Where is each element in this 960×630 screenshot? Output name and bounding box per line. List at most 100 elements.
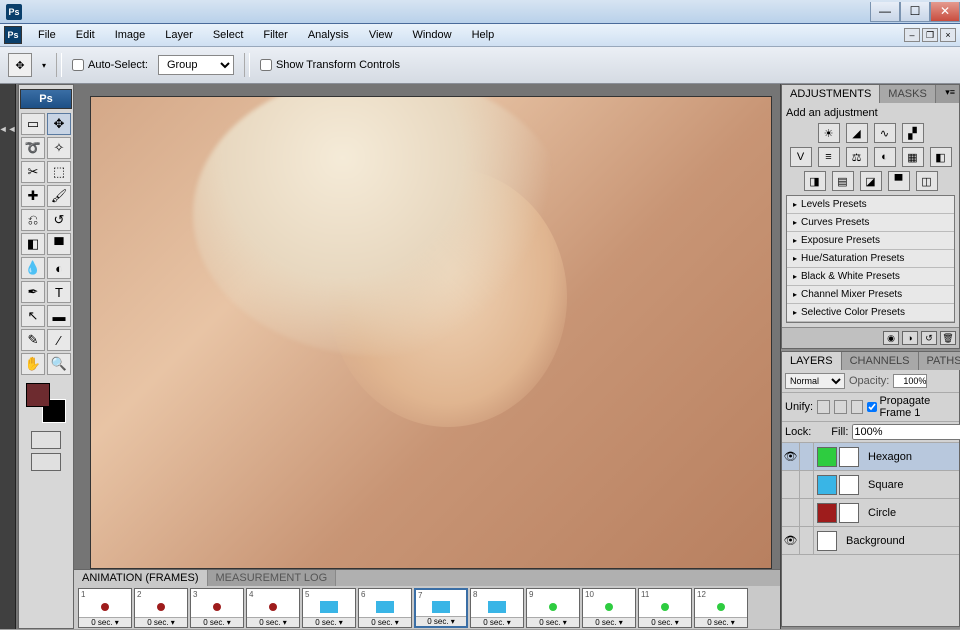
layer-visibility-icon[interactable]: 👁 xyxy=(782,527,800,554)
exposure-icon[interactable]: ▞ xyxy=(902,123,924,143)
layer-row[interactable]: Circle xyxy=(782,499,959,527)
propagate-frame-checkbox[interactable]: Propagate Frame 1 xyxy=(867,395,956,419)
channel-mixer-icon[interactable]: ◧ xyxy=(930,147,952,167)
menu-app-icon[interactable]: Ps xyxy=(4,26,22,44)
menu-filter[interactable]: Filter xyxy=(253,25,297,45)
adjustment-reset-icon[interactable]: ↺ xyxy=(921,331,937,345)
color-swatches[interactable] xyxy=(26,383,66,423)
adjustment-clip-icon[interactable]: ◉ xyxy=(883,331,899,345)
foreground-color-swatch[interactable] xyxy=(26,383,50,407)
panel-collapse-strip[interactable]: ◄◄ xyxy=(0,84,16,629)
show-transform-checkbox[interactable]: Show Transform Controls xyxy=(260,59,400,71)
preset-item[interactable]: Levels Presets xyxy=(787,196,954,214)
eyedropper-tool-icon[interactable]: ⁄ xyxy=(47,329,71,351)
tab-layers[interactable]: LAYERS xyxy=(782,352,842,370)
animation-frame[interactable]: 110 sec. ▾ xyxy=(638,588,692,628)
history-brush-tool-icon[interactable]: ↺ xyxy=(47,209,71,231)
clone-stamp-tool-icon[interactable]: ⎌ xyxy=(21,209,45,231)
opacity-input[interactable] xyxy=(893,374,927,388)
window-maximize-button[interactable]: ☐ xyxy=(900,2,930,22)
notes-tool-icon[interactable]: ✎ xyxy=(21,329,45,351)
document-canvas[interactable] xyxy=(90,96,772,569)
doc-close-button[interactable]: × xyxy=(940,28,956,42)
menu-analysis[interactable]: Analysis xyxy=(298,25,359,45)
menu-help[interactable]: Help xyxy=(462,25,505,45)
window-close-button[interactable]: ✕ xyxy=(930,2,960,22)
adjustment-delete-icon[interactable]: 🗑 xyxy=(940,331,956,345)
animation-frame[interactable]: 70 sec. ▾ xyxy=(414,588,468,628)
move-tool-icon[interactable]: ✥ xyxy=(8,53,32,77)
tools-header[interactable]: Ps xyxy=(20,89,72,109)
tab-animation-frames[interactable]: ANIMATION (FRAMES) xyxy=(74,570,208,586)
animation-frame[interactable]: 80 sec. ▾ xyxy=(470,588,524,628)
preset-item[interactable]: Curves Presets xyxy=(787,214,954,232)
animation-frame[interactable]: 90 sec. ▾ xyxy=(526,588,580,628)
fill-input[interactable] xyxy=(852,424,960,440)
tab-masks[interactable]: MASKS xyxy=(880,85,936,103)
move-tool-icon[interactable]: ✥ xyxy=(47,113,71,135)
layer-visibility-icon[interactable] xyxy=(782,471,800,498)
layer-row[interactable]: 👁Background xyxy=(782,527,959,555)
animation-frame[interactable]: 120 sec. ▾ xyxy=(694,588,748,628)
menu-window[interactable]: Window xyxy=(402,25,461,45)
layer-visibility-icon[interactable]: 👁 xyxy=(782,443,800,470)
zoom-tool-icon[interactable]: 🔍 xyxy=(47,353,71,375)
hand-tool-icon[interactable]: ✋ xyxy=(21,353,45,375)
unify-visibility-icon[interactable] xyxy=(834,400,847,414)
tab-paths[interactable]: PATHS xyxy=(919,352,960,370)
pen-tool-icon[interactable]: ✒ xyxy=(21,281,45,303)
invert-icon[interactable]: ◨ xyxy=(804,171,826,191)
gradient-map-icon[interactable]: ▀ xyxy=(888,171,910,191)
animation-frame[interactable]: 20 sec. ▾ xyxy=(134,588,188,628)
layer-row[interactable]: Square xyxy=(782,471,959,499)
hue-saturation-icon[interactable]: ≡ xyxy=(818,147,840,167)
curves-icon[interactable]: ∿ xyxy=(874,123,896,143)
brightness-contrast-icon[interactable]: ☀ xyxy=(818,123,840,143)
tab-measurement-log[interactable]: MEASUREMENT LOG xyxy=(208,570,337,586)
tab-channels[interactable]: CHANNELS xyxy=(842,352,919,370)
preset-item[interactable]: Black & White Presets xyxy=(787,268,954,286)
preset-item[interactable]: Exposure Presets xyxy=(787,232,954,250)
animation-frame[interactable]: 10 sec. ▾ xyxy=(78,588,132,628)
doc-minimize-button[interactable]: – xyxy=(904,28,920,42)
blur-tool-icon[interactable]: 💧 xyxy=(21,257,45,279)
black-white-icon[interactable]: ◐ xyxy=(874,147,896,167)
doc-restore-button[interactable]: ❐ xyxy=(922,28,938,42)
animation-frame[interactable]: 30 sec. ▾ xyxy=(190,588,244,628)
posterize-icon[interactable]: ▤ xyxy=(832,171,854,191)
auto-select-dropdown[interactable]: Group xyxy=(158,55,234,75)
unify-style-icon[interactable] xyxy=(851,400,864,414)
window-minimize-button[interactable]: — xyxy=(870,2,900,22)
panel-menu-icon[interactable]: ▾≡ xyxy=(941,85,959,103)
auto-select-checkbox[interactable]: Auto-Select: xyxy=(72,59,148,71)
layer-visibility-icon[interactable] xyxy=(782,499,800,526)
layer-row[interactable]: 👁Hexagon xyxy=(782,443,959,471)
tab-adjustments[interactable]: ADJUSTMENTS xyxy=(782,85,880,103)
menu-file[interactable]: File xyxy=(28,25,66,45)
color-balance-icon[interactable]: ⚖ xyxy=(846,147,868,167)
brush-tool-icon[interactable]: 🖌 xyxy=(47,185,71,207)
gradient-tool-icon[interactable]: ▀ xyxy=(47,233,71,255)
menu-select[interactable]: Select xyxy=(203,25,254,45)
animation-frame[interactable]: 40 sec. ▾ xyxy=(246,588,300,628)
unify-position-icon[interactable] xyxy=(817,400,830,414)
preset-item[interactable]: Selective Color Presets xyxy=(787,304,954,322)
vibrance-icon[interactable]: V xyxy=(790,147,812,167)
screen-mode-icon[interactable] xyxy=(31,453,61,471)
dodge-tool-icon[interactable]: ◐ xyxy=(47,257,71,279)
preset-item[interactable]: Hue/Saturation Presets xyxy=(787,250,954,268)
photo-filter-icon[interactable]: ▦ xyxy=(902,147,924,167)
lasso-tool-icon[interactable]: ➰ xyxy=(21,137,45,159)
selective-color-icon[interactable]: ◫ xyxy=(916,171,938,191)
menu-layer[interactable]: Layer xyxy=(155,25,203,45)
animation-frame[interactable]: 60 sec. ▾ xyxy=(358,588,412,628)
blend-mode-dropdown[interactable]: Normal xyxy=(785,373,845,389)
eraser-tool-icon[interactable]: ◧ xyxy=(21,233,45,255)
menu-image[interactable]: Image xyxy=(105,25,156,45)
marquee-tool-icon[interactable]: ▭ xyxy=(21,113,45,135)
healing-brush-tool-icon[interactable]: ✚ xyxy=(21,185,45,207)
quick-mask-icon[interactable] xyxy=(31,431,61,449)
menu-view[interactable]: View xyxy=(359,25,403,45)
animation-frame[interactable]: 100 sec. ▾ xyxy=(582,588,636,628)
animation-frame[interactable]: 50 sec. ▾ xyxy=(302,588,356,628)
